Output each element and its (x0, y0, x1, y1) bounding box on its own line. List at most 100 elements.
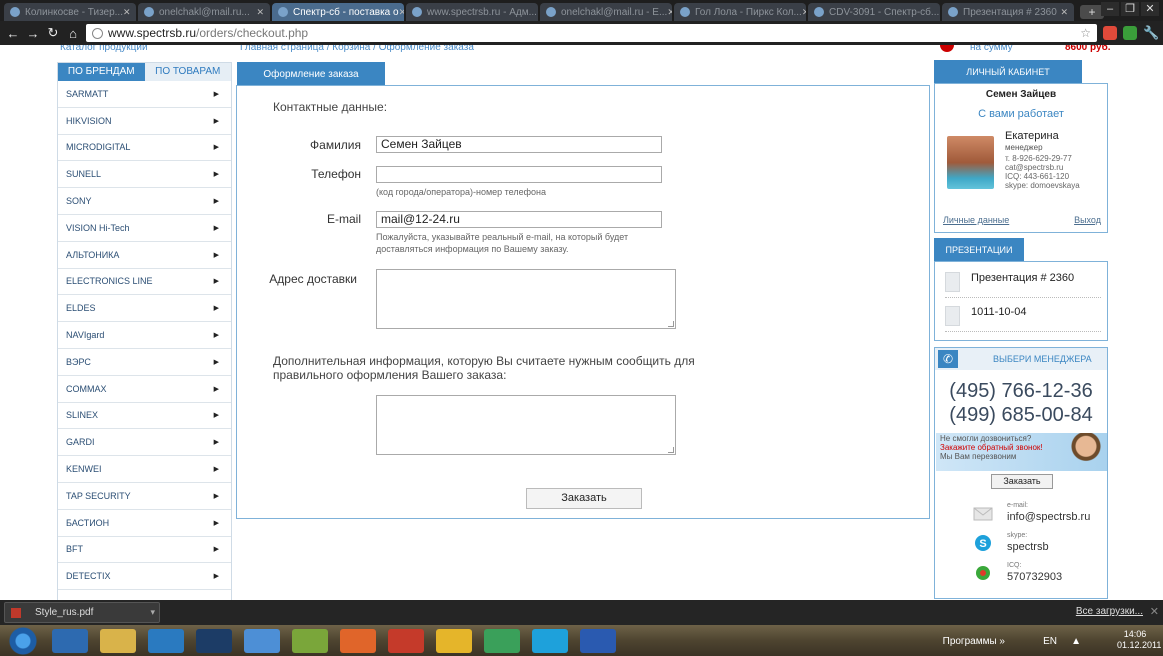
network-taskbar-icon[interactable] (244, 629, 280, 653)
browser-tab[interactable]: CDV-3091 - Спектр-сб...✕ (808, 3, 940, 21)
clock[interactable]: 14:06 01.12.2011 (1117, 629, 1161, 651)
extra-info-textarea[interactable] (376, 395, 676, 455)
close-icon[interactable]: ✕ (256, 7, 264, 18)
sidebar-item-brand[interactable]: SONY ▶ (58, 188, 231, 215)
callback-banner[interactable]: Не смогли дозвониться? Закажите обратный… (936, 433, 1107, 471)
ie-taskbar-icon[interactable] (52, 629, 88, 653)
sidebar-item-brand[interactable]: БАСТИОН ▶ (58, 510, 231, 537)
browser-tab[interactable]: onelchakl@mail.ru - E... ✕ (540, 3, 672, 21)
browser-tab[interactable]: Гол Лола - Пиркс Кол... ✕ (674, 3, 806, 21)
contact-icq[interactable]: 570732903 (1007, 571, 1062, 583)
close-icon[interactable]: ✕ (802, 7, 806, 18)
forward-icon[interactable]: → (26, 26, 40, 41)
browser-tab[interactable]: Колинкосве - Тизер... ✕ (4, 3, 136, 21)
minimize-icon[interactable]: – (1101, 2, 1119, 16)
tab-by-products[interactable]: ПО ТОВАРАМ (144, 63, 231, 81)
personal-data-link[interactable]: Личные данные (943, 215, 1009, 225)
tab-label: www.spectrsb.ru - Адм... (427, 6, 537, 18)
close-icon[interactable]: ✕ (123, 7, 131, 18)
tab-presentations[interactable]: ПРЕЗЕНТАЦИИ (934, 238, 1024, 261)
sidebar-item-brand[interactable]: COMMAX ▶ (58, 376, 231, 403)
close-icon[interactable]: ✕ (1060, 7, 1068, 18)
address-textarea[interactable] (376, 269, 676, 329)
close-icon[interactable]: ✕ (537, 7, 538, 18)
sidebar-item-brand[interactable]: АЛЬТОНИКА ▶ (58, 242, 231, 269)
callback-order-button[interactable]: Заказать (991, 474, 1053, 489)
language-indicator[interactable]: EN (1043, 636, 1057, 647)
tab-checkout[interactable]: Оформление заказа (237, 62, 385, 85)
back-icon[interactable]: ← (6, 26, 20, 41)
order-submit-button[interactable]: Заказать (526, 488, 642, 509)
word-taskbar-icon[interactable] (580, 629, 616, 653)
reload-icon[interactable]: ↻ (46, 25, 60, 41)
explorer-taskbar-icon[interactable] (100, 629, 136, 653)
sidebar-item-brand[interactable]: ВЭРС ▶ (58, 349, 231, 376)
app-taskbar-icon[interactable] (292, 629, 328, 653)
sidebar-item-brand[interactable]: NAVIgard ▶ (58, 322, 231, 349)
chrome-taskbar-icon[interactable] (484, 629, 520, 653)
wrench-icon[interactable]: 🔧 (1143, 25, 1159, 41)
resize-grip-icon[interactable] (668, 447, 674, 453)
sidebar-item-brand[interactable]: BFT ▶ (58, 537, 231, 564)
sidebar-item-brand[interactable]: GARDI ▶ (58, 429, 231, 457)
close-icon[interactable]: ✕ (667, 7, 672, 18)
skype-taskbar-icon[interactable] (532, 629, 568, 653)
tab-account[interactable]: ЛИЧНЫЙ КАБИНЕТ (934, 60, 1082, 83)
home-icon[interactable]: ⌂ (66, 26, 80, 41)
catalog-link[interactable]: Каталог продукции (60, 45, 148, 53)
window-close-icon[interactable]: ✕ (1141, 2, 1159, 16)
programs-toolbar[interactable]: Программы » (943, 636, 1005, 647)
browser-tab-active[interactable]: Спектр-сб - поставка о ✕ (272, 3, 404, 21)
list-item[interactable]: 1011-10-04 (945, 302, 1101, 332)
close-icon[interactable]: ✕ (399, 7, 404, 18)
email-field[interactable]: mail@12-24.ru (376, 211, 662, 228)
extension-icon[interactable] (1123, 26, 1137, 40)
sidebar-item-brand[interactable]: MICRODIGITAL ▶ (58, 135, 231, 162)
sidebar-item-brand[interactable]: SARMATT ▶ (58, 81, 231, 108)
firefox-taskbar-icon[interactable] (340, 629, 376, 653)
sidebar-item-brand[interactable]: TAP SECURITY ▶ (58, 483, 231, 510)
tray-arrow-icon[interactable]: ▲ (1071, 636, 1081, 647)
tab-by-brands[interactable]: ПО БРЕНДАМ (58, 63, 145, 81)
tab-favicon-icon (814, 7, 824, 17)
contact-email[interactable]: info@spectrsb.ru (1007, 511, 1090, 523)
extension-icon[interactable] (1103, 26, 1117, 40)
sidebar-item-brand[interactable]: ELDES ▶ (58, 295, 231, 323)
sidebar-item-brand[interactable]: SUNELL ▶ (58, 161, 231, 189)
logout-link[interactable]: Выход (1074, 215, 1101, 225)
sidebar-item-brand[interactable]: SLINEX ▶ (58, 403, 231, 430)
close-icon[interactable]: ✕ (1150, 605, 1159, 618)
extra-info-title: Дополнительная информация, которую Вы сч… (273, 354, 695, 382)
browser-tab[interactable]: www.spectrsb.ru - Адм...✕ (406, 3, 538, 21)
sidebar-item-brand[interactable]: DETECTIX ▶ (58, 563, 231, 591)
close-icon[interactable]: ✕ (939, 7, 940, 18)
contact-skype[interactable]: spectrsb (1007, 541, 1049, 553)
maximize-icon[interactable]: ❐ (1121, 2, 1139, 16)
acrobat-taskbar-icon[interactable] (388, 629, 424, 653)
choose-manager-header[interactable]: ✆ ВЫБЕРИ МЕНЕДЖЕРА (935, 348, 1107, 370)
surname-field[interactable]: Семен Зайцев (376, 136, 662, 153)
tab-label: Презентация # 2360 (963, 6, 1057, 18)
browser-tab[interactable]: onelchakl@mail.ru... ✕ (138, 3, 270, 21)
sidebar-item-brand[interactable]: KENWEI ▶ (58, 456, 231, 483)
address-bar[interactable]: www.spectrsb.ru/orders/checkout.php ☆ (86, 24, 1097, 42)
resize-grip-icon[interactable] (668, 321, 674, 327)
sidebar-item-brand[interactable]: HIKVISION ▶ (58, 108, 231, 135)
sidebar-item-brand[interactable]: ELECTRONICS LINE ▶ (58, 269, 231, 296)
sidebar-item-brand[interactable]: VISION Hi-Tech ▶ (58, 215, 231, 242)
bookmark-star-icon[interactable]: ☆ (1080, 26, 1091, 40)
chevron-right-icon: ▶ (213, 278, 219, 286)
list-item[interactable]: Презентация # 2360 (945, 268, 1101, 298)
chevron-down-icon[interactable]: ▾ (150, 603, 155, 622)
browser-tab[interactable]: Презентация # 2360 ✕ (942, 3, 1074, 21)
mail-taskbar-icon[interactable] (436, 629, 472, 653)
all-downloads-link[interactable]: Все загрузки... (1076, 606, 1143, 617)
start-button[interactable] (8, 627, 38, 655)
phone-field[interactable] (376, 166, 662, 183)
photoshop-taskbar-icon[interactable] (196, 629, 232, 653)
download-item[interactable]: Style_rus.pdf ▾ (4, 602, 160, 623)
breadcrumb[interactable]: Главная страница / Корзина / Оформление … (240, 45, 474, 53)
media-player-taskbar-icon[interactable] (148, 629, 184, 653)
skype-caption: skype: (1007, 532, 1028, 539)
brand-label: ELECTRONICS LINE (66, 276, 153, 287)
